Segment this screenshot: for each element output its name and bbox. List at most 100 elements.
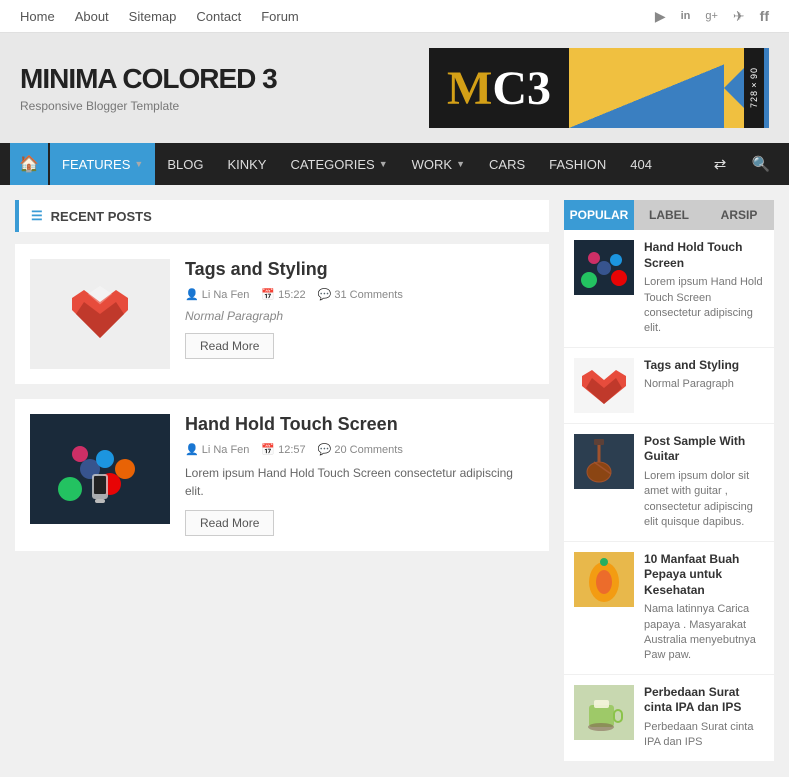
sidebar-item-3: Post Sample With Guitar Lorem ipsum dolo… [564, 424, 774, 542]
nav-cars[interactable]: CARS [477, 143, 537, 185]
sidebar-item-title-3[interactable]: Post Sample With Guitar [644, 434, 764, 465]
header-banner: M C3 728×90 [429, 48, 769, 128]
main-navigation: 🏠 FEATURES ▼ BLOG KINKY CATEGORIES ▼ WOR… [0, 143, 789, 185]
nav-forum[interactable]: Forum [261, 0, 299, 33]
top-nav-links: Home About Sitemap Contact Forum [20, 0, 299, 33]
sidebar-thumb-tea [574, 685, 634, 740]
sidebar-item-5: Perbedaan Surat cinta IPA dan IPS Perbed… [564, 675, 774, 762]
banner-right: 728×90 [569, 48, 769, 128]
heart-image [60, 274, 140, 354]
googleplus-icon[interactable]: g+ [705, 10, 718, 22]
work-arrow: ▼ [456, 159, 465, 169]
nav-blog[interactable]: BLOG [155, 143, 215, 185]
site-title-area: MINIMA COLORED 3 Responsive Blogger Temp… [20, 63, 429, 113]
sidebar-thumb-heart [574, 358, 634, 413]
features-arrow: ▼ [134, 159, 143, 169]
site-subtitle: Responsive Blogger Template [20, 99, 429, 113]
mc3-m: M [447, 61, 492, 116]
post-excerpt-2: Lorem ipsum Hand Hold Touch Screen conse… [185, 464, 534, 500]
nav-categories[interactable]: CATEGORIES ▼ [278, 143, 399, 185]
recent-posts-header: ☰ Recent Posts [15, 200, 549, 232]
post-author-1: 👤 Li Na Fen [185, 288, 249, 301]
youtube-icon[interactable] [655, 8, 666, 25]
site-title: MINIMA COLORED 3 [20, 63, 429, 95]
tab-popular[interactable]: Popular [564, 200, 634, 230]
read-more-1[interactable]: Read More [185, 333, 274, 359]
left-column: ☰ Recent Posts Tags and Styling 👤 Li Na … [15, 200, 549, 762]
post-time-2: 📅 12:57 [261, 443, 305, 456]
sidebar-item-2: Tags and Styling Normal Paragraph [564, 348, 774, 424]
site-header: MINIMA COLORED 3 Responsive Blogger Temp… [0, 33, 789, 143]
post-content-2: Hand Hold Touch Screen 👤 Li Na Fen 📅 12:… [185, 414, 534, 536]
twitter-icon[interactable] [733, 8, 745, 25]
mc3-c3: C3 [492, 61, 551, 116]
nav-sitemap[interactable]: Sitemap [129, 0, 177, 33]
nav-right-icons: ⇄ 🔍 [702, 143, 779, 185]
post-title-2[interactable]: Hand Hold Touch Screen [185, 414, 534, 435]
sidebar-thumb-papaya [574, 552, 634, 607]
post-meta-1: 👤 Li Na Fen 📅 15:22 💬 31 Comments [185, 288, 534, 301]
search-icon[interactable]: 🔍 [743, 143, 779, 185]
sidebar-thumb-guitar [574, 434, 634, 489]
sidebar-thumb-colorful [574, 240, 634, 295]
sidebar-thumb-5 [574, 685, 634, 740]
post-content-1: Tags and Styling 👤 Li Na Fen 📅 15:22 💬 3… [185, 259, 534, 369]
content-wrapper: ☰ Recent Posts Tags and Styling 👤 Li Na … [0, 185, 789, 777]
nav-about[interactable]: About [75, 0, 109, 33]
sidebar-thumb-2 [574, 358, 634, 413]
linkedin-icon[interactable]: in [681, 10, 691, 22]
sidebar-item-4: 10 Manfaat Buah Pepaya untuk Kesehatan N… [564, 542, 774, 675]
list-icon: ☰ [31, 208, 43, 224]
right-column: Popular Label Arsip Hand H [564, 200, 774, 762]
sidebar-list: Hand Hold Touch Screen Lorem ipsum Hand … [564, 230, 774, 762]
tab-label[interactable]: Label [634, 200, 704, 230]
categories-arrow: ▼ [379, 159, 388, 169]
post-thumb-1 [30, 259, 170, 369]
shuffle-icon[interactable]: ⇄ [702, 143, 738, 185]
post-card-2: Hand Hold Touch Screen 👤 Li Na Fen 📅 12:… [15, 399, 549, 551]
phone-image [50, 429, 150, 509]
nav-kinky[interactable]: KINKY [215, 143, 278, 185]
sidebar-thumb-3 [574, 434, 634, 489]
sidebar-item-1: Hand Hold Touch Screen Lorem ipsum Hand … [564, 230, 774, 348]
sidebar-thumb-1 [574, 240, 634, 295]
post-comments-2: 💬 20 Comments [318, 443, 403, 456]
post-paragraph-1: Normal Paragraph [185, 309, 534, 323]
nav-contact[interactable]: Contact [196, 0, 241, 33]
post-thumb-2 [30, 414, 170, 524]
post-author-2: 👤 Li Na Fen [185, 443, 249, 456]
nav-404[interactable]: 404 [618, 143, 664, 185]
sidebar-tabs: Popular Label Arsip [564, 200, 774, 230]
nav-features[interactable]: FEATURES ▼ [50, 143, 155, 185]
sidebar-item-excerpt-1: Lorem ipsum Hand Hold Touch Screen conse… [644, 275, 764, 337]
sidebar-item-excerpt-5: Perbedaan Surat cinta IPA dan IPS [644, 720, 764, 751]
facebook-icon[interactable]: f [760, 8, 769, 24]
recent-posts-label: Recent Posts [51, 209, 152, 224]
post-title-1[interactable]: Tags and Styling [185, 259, 534, 280]
nav-fashion[interactable]: FASHION [537, 143, 618, 185]
post-time-1: 📅 15:22 [261, 288, 305, 301]
sidebar-item-excerpt-4: Nama latinnya Carica papaya . Masyarakat… [644, 602, 764, 664]
sidebar-item-title-4[interactable]: 10 Manfaat Buah Pepaya untuk Kesehatan [644, 552, 764, 599]
nav-work[interactable]: WORK ▼ [400, 143, 477, 185]
post-meta-2: 👤 Li Na Fen 📅 12:57 💬 20 Comments [185, 443, 534, 456]
tab-arsip[interactable]: Arsip [704, 200, 774, 230]
mc3-logo: M C3 [429, 48, 569, 128]
sidebar-thumb-4 [574, 552, 634, 607]
read-more-2[interactable]: Read More [185, 510, 274, 536]
banner-label: 728×90 [749, 67, 759, 108]
sidebar-item-excerpt-2: Normal Paragraph [644, 377, 764, 392]
sidebar-item-content-3: Post Sample With Guitar Lorem ipsum dolo… [644, 434, 764, 531]
sidebar-item-content-1: Hand Hold Touch Screen Lorem ipsum Hand … [644, 240, 764, 337]
home-button[interactable]: 🏠 [10, 143, 48, 185]
sidebar-item-content-5: Perbedaan Surat cinta IPA dan IPS Perbed… [644, 685, 764, 751]
top-navigation: Home About Sitemap Contact Forum in g+ f [0, 0, 789, 33]
nav-home[interactable]: Home [20, 0, 55, 33]
post-comments-1: 💬 31 Comments [318, 288, 403, 301]
post-card-1: Tags and Styling 👤 Li Na Fen 📅 15:22 💬 3… [15, 244, 549, 384]
sidebar-item-content-4: 10 Manfaat Buah Pepaya untuk Kesehatan N… [644, 552, 764, 664]
social-icons: in g+ f [655, 8, 769, 25]
sidebar-item-title-5[interactable]: Perbedaan Surat cinta IPA dan IPS [644, 685, 764, 716]
sidebar-item-title-1[interactable]: Hand Hold Touch Screen [644, 240, 764, 271]
sidebar-item-title-2[interactable]: Tags and Styling [644, 358, 764, 374]
